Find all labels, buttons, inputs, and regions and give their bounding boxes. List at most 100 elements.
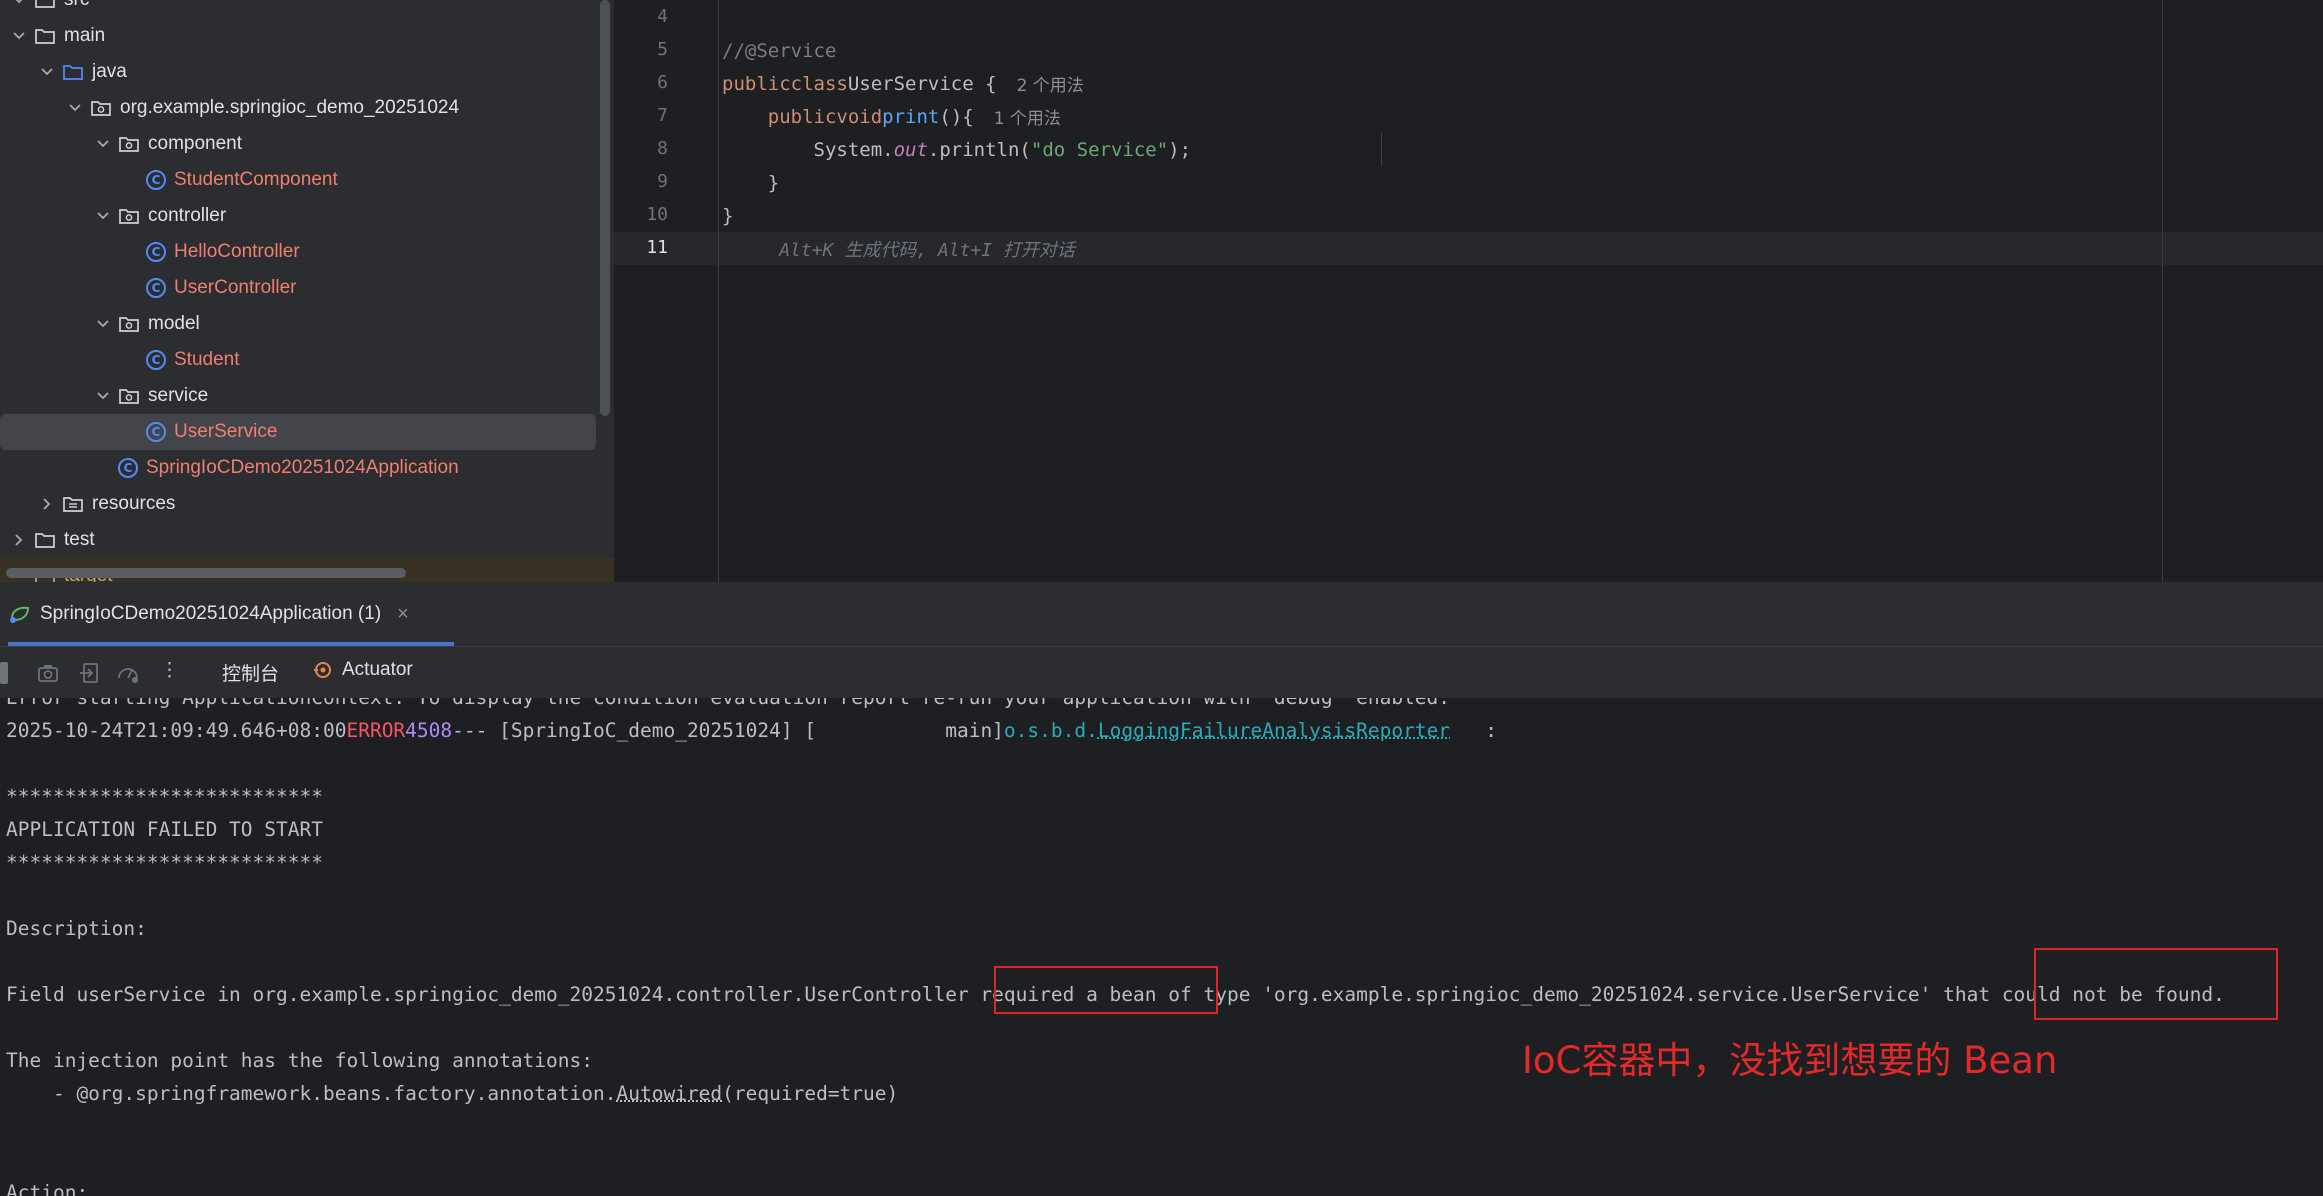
console-line: Action: xyxy=(6,1181,89,1196)
chevron-right-icon[interactable] xyxy=(10,531,28,549)
chevron-down-icon[interactable] xyxy=(10,0,28,9)
camera-icon[interactable] xyxy=(36,661,60,685)
line-number: 4 xyxy=(657,6,668,27)
tree-item-model[interactable]: model xyxy=(0,306,600,342)
tree-vertical-scrollbar[interactable] xyxy=(600,0,610,416)
tree-item-label: service xyxy=(148,385,209,406)
log-pid: 4508 xyxy=(405,719,453,742)
line-number: 7 xyxy=(657,105,668,126)
stop-icon[interactable] xyxy=(0,662,8,684)
console-line: Description: xyxy=(6,917,147,940)
line-number-gutter: 4 5 6 7 8 9 10 11 xyxy=(614,0,718,582)
code-line-10: } xyxy=(722,199,733,232)
code-line-8: System. out .println("do Service"); xyxy=(722,133,1192,166)
console-text: (required=true) xyxy=(722,1082,899,1105)
tree-item-label: src xyxy=(64,0,89,11)
annotation-text: IoC容器中，没找到想要的 Bean xyxy=(1522,1039,2058,1082)
line-number-current: 11 xyxy=(646,237,668,258)
console-line: *************************** xyxy=(6,851,323,874)
exit-icon[interactable] xyxy=(78,661,102,685)
more-options-icon[interactable]: ⋮ xyxy=(160,659,179,682)
java-class-icon: C xyxy=(146,242,166,262)
usage-hint[interactable]: 1 个用法 xyxy=(994,104,1061,129)
spring-app-class-icon: C xyxy=(118,458,138,478)
tree-item-src[interactable]: src xyxy=(0,0,600,18)
log-timestamp: 2025-10-24T21:09:49.646+08:00 xyxy=(6,719,347,742)
tree-item-label: StudentComponent xyxy=(174,169,338,190)
tree-item-label: UserService xyxy=(174,421,278,442)
package-icon xyxy=(118,206,140,226)
autowired-link[interactable]: Autowired xyxy=(616,1082,722,1105)
project-tree-panel: src main java org.example.springioc_demo_20… xyxy=(0,0,614,582)
chevron-down-icon[interactable] xyxy=(38,63,56,81)
close-tab-icon[interactable]: × xyxy=(397,603,409,626)
java-class-icon: C xyxy=(146,350,166,370)
tree-item-main[interactable]: main xyxy=(0,18,600,54)
tree-item-component[interactable]: component xyxy=(0,126,600,162)
code-editor[interactable]: 4 5 6 7 8 9 10 11 //@Service public clas… xyxy=(614,0,2323,582)
code-line-11: Alt+K 生成代码, Alt+I 打开对话 xyxy=(722,232,1075,265)
chevron-down-icon[interactable] xyxy=(66,99,84,117)
tree-item-java[interactable]: java xyxy=(0,54,600,90)
profiler-icon[interactable] xyxy=(116,661,140,685)
package-icon xyxy=(118,314,140,334)
tree-item-label: controller xyxy=(148,205,227,226)
tree-horizontal-scrollbar[interactable] xyxy=(6,568,406,578)
method-name: print xyxy=(882,105,940,128)
chevron-down-icon[interactable] xyxy=(94,315,112,333)
console-tab[interactable]: 控制台 xyxy=(222,659,279,686)
code-text: .println( xyxy=(927,138,1031,161)
console-text: - @org.springframework.beans.factory.ann… xyxy=(6,1082,617,1105)
chevron-down-icon[interactable] xyxy=(94,207,112,225)
code-comment: //@Service xyxy=(722,39,837,62)
chevron-down-icon[interactable] xyxy=(94,387,112,405)
usage-hint[interactable]: 2 个用法 xyxy=(1017,71,1084,96)
tree-item-studentcomponent[interactable]: C StudentComponent xyxy=(0,162,600,198)
tree-item-label: test xyxy=(64,529,95,550)
code-line-6: public class UserService {2 个用法 xyxy=(722,67,1084,100)
folder-icon xyxy=(34,530,56,550)
console-line: *************************** xyxy=(6,785,323,808)
actuator-icon xyxy=(314,662,331,678)
code-brace: } xyxy=(767,171,780,194)
console-annotation-line: - @org.springframework.beans.factory.ann… xyxy=(6,1077,898,1110)
tree-item-usercontroller[interactable]: C UserController xyxy=(0,270,600,306)
tree-item-student[interactable]: C Student xyxy=(0,342,600,378)
tree-item-org-example-springioc-demo-20251024[interactable]: org.example.springioc_demo_20251024 xyxy=(0,90,600,126)
chevron-down-icon[interactable] xyxy=(94,135,112,153)
console-line: The injection point has the following an… xyxy=(6,1049,593,1072)
tree-item-test[interactable]: test xyxy=(0,522,600,558)
logger-prefix: o.s.b.d. xyxy=(1003,719,1098,742)
gutter-separator xyxy=(718,0,719,582)
console-output[interactable]: Error starting ApplicationContext. To di… xyxy=(0,698,2323,1196)
logger-link[interactable]: LoggingFailureAnalysisReporter xyxy=(1098,719,1450,742)
log-level: ERROR xyxy=(346,719,406,742)
chevron-right-icon[interactable] xyxy=(38,495,56,513)
tree-item-label: main xyxy=(64,25,106,46)
actuator-label: Actuator xyxy=(342,659,413,680)
chevron-down-icon[interactable] xyxy=(10,27,28,45)
source-folder-icon xyxy=(62,62,84,82)
code-brace: } xyxy=(722,204,734,227)
actuator-tab[interactable]: Actuator xyxy=(312,659,413,681)
tree-item-hellocontroller[interactable]: C HelloController xyxy=(0,234,600,270)
code-text: System. xyxy=(813,138,894,161)
console-log-line: 2025-10-24T21:09:49.646+08:00 ERROR 4508… xyxy=(6,714,1497,747)
tree-item-controller[interactable]: controller xyxy=(0,198,600,234)
folder-icon xyxy=(34,26,56,46)
run-config-tab[interactable]: SpringIoCDemo20251024Application (1) × xyxy=(8,582,409,646)
tree-item-resources[interactable]: resources xyxy=(0,486,600,522)
keyword: class xyxy=(790,72,848,95)
keyword: void xyxy=(836,105,883,128)
console-text: type 'org.example.springioc_demo_2025102… xyxy=(1191,983,2002,1006)
tree-item-userservice[interactable]: C UserService xyxy=(0,414,596,450)
log-thread: --- [SpringIoC_demo_20251024] [ main] xyxy=(452,719,1004,742)
tree-item-springiocdemo20251024application[interactable]: C SpringIoCDemo20251024Application xyxy=(0,450,600,486)
line-number: 8 xyxy=(657,138,668,159)
tree-item-service[interactable]: service xyxy=(0,378,600,414)
